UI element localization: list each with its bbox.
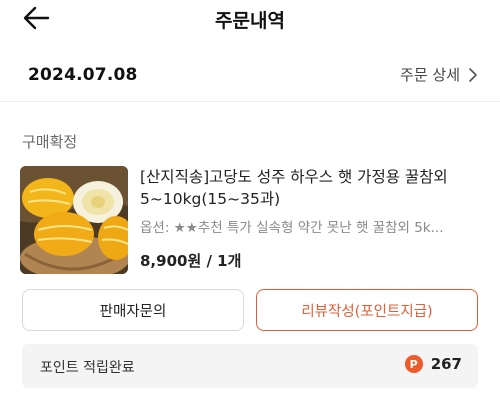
product-title: [산지직송]고당도 성주 하우스 햇 가정용 꿀참외 5~10kg(15~35과… (140, 168, 448, 208)
points-label: 포인트 적립완료 (40, 360, 135, 376)
order-detail-link[interactable]: 주문 상세 (400, 64, 478, 85)
points-banner: 포인트 적립완료 P 267 (22, 344, 478, 388)
chevron-right-icon (469, 67, 477, 82)
order-date-row: 2024.07.08 주문 상세 (0, 52, 500, 102)
seller-inquiry-button[interactable]: 판매자문의 (22, 289, 244, 331)
product-option: 옵션: ★★추천 특가 실속형 약간 못난 햇 꿀참외 5k... (140, 220, 444, 236)
points-value-group: P 267 (404, 355, 462, 373)
product-price-quantity: 8,900원 / 1개 (140, 252, 242, 270)
point-coin-icon: P (404, 355, 423, 373)
product-item[interactable]: [산지직송]고당도 성주 하우스 햇 가정용 꿀참외 5~10kg(15~35과… (20, 166, 480, 274)
product-info: [산지직송]고당도 성주 하우스 햇 가정용 꿀참외 5~10kg(15~35과… (140, 166, 480, 271)
product-image (20, 166, 128, 274)
top-app-bar: 주문내역 (0, 0, 500, 40)
order-status: 구매확정 (22, 133, 78, 151)
order-date: 2024.07.08 (28, 65, 138, 85)
points-value: 267 (430, 355, 462, 373)
order-detail-label: 주문 상세 (400, 66, 460, 84)
write-review-button[interactable]: 리뷰작성(포인트지급) (256, 289, 478, 331)
page-title: 주문내역 (215, 10, 285, 32)
